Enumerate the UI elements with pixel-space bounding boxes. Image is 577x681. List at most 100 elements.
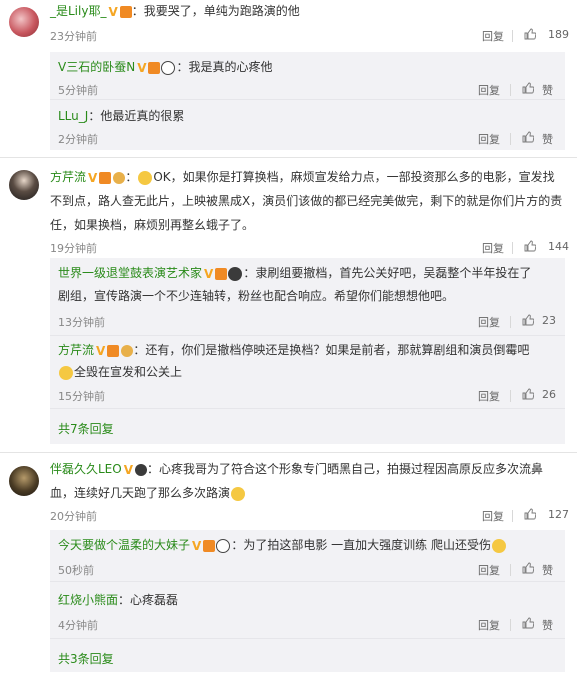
reply-text: ：心疼磊磊 (118, 593, 179, 607)
divider (510, 133, 511, 145)
reply-text: ：为了拍这部电影 一直加大强度训练 爬山还受伤 (231, 538, 491, 552)
divider (512, 30, 513, 42)
view-more-replies-link[interactable]: 共7条回复 (58, 420, 114, 437)
like-thumb-icon[interactable] (524, 28, 536, 40)
divider (510, 619, 511, 631)
member-badge-icon (148, 61, 161, 74)
comment-text-line-2: 血，连续好几天跑了那么多次路演 (50, 486, 231, 500)
view-more-replies-link[interactable]: 共3条回复 (58, 650, 114, 667)
comment-body: _是Lily耶_ V ：我要哭了，单纯为跑路演的他 (50, 0, 300, 23)
like-thumb-icon[interactable] (522, 131, 534, 143)
reply-body-line-2: 全毁在宣发和公关上 (58, 361, 182, 383)
comment-text-line-2: 不到点，路人查无此片，上映被黑成X，演员们该做的都已经完美做完，剩下的就是你们片… (50, 194, 563, 208)
comment-author[interactable]: _是Lily耶_ (50, 4, 106, 18)
like-count: 26 (542, 388, 556, 401)
ok-hand-emoji-icon (59, 365, 73, 380)
reply-author[interactable]: 红烧小熊面 (58, 593, 118, 607)
member-badge-icon (119, 5, 132, 18)
crying-emoji-icon (491, 538, 506, 553)
reply-text-line-1: ：还有，你们是撤档停映还是换档？如果是前者，那就算剧组和演员倒霉吧 (133, 343, 530, 357)
verified-v-icon: V (192, 538, 202, 553)
reply-button[interactable]: 回复 (482, 508, 504, 524)
panda-emoji-icon (161, 60, 176, 75)
verified-v-icon: V (137, 60, 147, 75)
divider (512, 242, 513, 254)
comment-body-line-2: 血，连续好几天跑了那么多次路演 (50, 482, 246, 504)
reply-author[interactable]: 世界一级退堂鼓表演艺术家 (58, 266, 202, 280)
like-count: 127 (548, 508, 569, 521)
verified-v-icon: V (88, 170, 98, 185)
verified-v-icon: V (123, 462, 134, 477)
crying-emoji-icon (231, 486, 246, 501)
reply-button[interactable]: 回复 (478, 131, 500, 147)
reply-author[interactable]: V三石的卧蚕N (58, 60, 135, 74)
like-thumb-icon[interactable] (522, 617, 534, 629)
reply-item: V三石的卧蚕N V ：我是真的心疼他 5分钟前 回复 赞 (50, 52, 565, 100)
reply-item: LLu_J：他最近真的很累 2分钟前 回复 赞 (50, 101, 565, 149)
divider (512, 510, 513, 522)
reply-box: V三石的卧蚕N V ：我是真的心疼他 5分钟前 回复 赞 LLu_J：他最近真的很累… (50, 52, 565, 150)
reply-body: LLu_J：他最近真的很累 (58, 105, 184, 127)
avatar[interactable] (9, 466, 39, 496)
comment-author[interactable]: 方芹流 (50, 170, 86, 184)
like-thumb-icon[interactable] (524, 508, 536, 520)
reply-time: 5分钟前 (58, 84, 98, 97)
reply-body-line-1: 世界一级退堂鼓表演艺术家 V ：隶刷组要撤档，首先公关好吧，吴磊整个半年投在了 (58, 262, 531, 285)
divider (510, 390, 511, 402)
reply-item: 今天要做个温柔的大妹子 V ：为了拍这部电影 一直加大强度训练 爬山还受伤 50秒前… (50, 530, 565, 582)
comment-item: _是Lily耶_ V ：我要哭了，单纯为跑路演的他 23分钟前 回复 189 V三石… (0, 0, 577, 150)
reply-author[interactable]: LLu_J (58, 109, 88, 123)
member-badge-icon (99, 171, 112, 184)
avatar[interactable] (9, 170, 39, 200)
like-label[interactable]: 赞 (542, 131, 553, 147)
reply-author[interactable]: 方芹流 (58, 343, 94, 357)
like-thumb-icon[interactable] (522, 82, 534, 94)
reply-button[interactable]: 回复 (478, 314, 500, 330)
reply-text-line-2: 剧组，宣传路演一个不少连轴转，粉丝也配合响应。希望你们能想想他吧。 (58, 289, 455, 303)
comment-author[interactable]: 伴磊久久LEO (50, 462, 122, 476)
reply-author[interactable]: 今天要做个温柔的大妹子 (58, 538, 190, 552)
divider (510, 564, 511, 576)
reply-button[interactable]: 回复 (478, 617, 500, 633)
comment-text-line-1: OK，如果你是打算换档，麻烦宣发给力点，一部投资那么多的电影，宣发找 (153, 170, 555, 184)
reply-time: 13分钟前 (58, 316, 105, 329)
avatar[interactable] (9, 7, 39, 37)
verified-v-icon: V (108, 4, 118, 19)
comment-body-line-1: 方芹流 V： OK，如果你是打算换档，麻烦宣发给力点，一部投资那么多的电影，宣发找 (50, 170, 555, 185)
comment-divider (0, 452, 577, 453)
like-label[interactable]: 赞 (542, 617, 553, 633)
reply-time: 15分钟前 (58, 390, 105, 403)
comment-body-line-1: 伴磊久久LEO V ：心疼我哥为了符合这个形象专门晒黑自己，拍摄过程因高原反应多次流… (50, 458, 543, 481)
like-count: 189 (548, 28, 569, 41)
divider (510, 316, 511, 328)
reply-body-line-1: 方芹流 V ：还有，你们是撤档停映还是换档？如果是前者，那就算剧组和演员倒霉吧 (58, 339, 529, 362)
reply-button[interactable]: 回复 (478, 82, 500, 98)
verified-v-icon: V (204, 266, 214, 281)
like-thumb-icon[interactable] (522, 388, 534, 400)
reply-text: ：我是真的心疼他 (176, 60, 273, 74)
member-badge-icon (215, 267, 228, 280)
reply-text-line-1: ：隶刷组要撤档，首先公关好吧，吴磊整个半年投在了 (243, 266, 532, 280)
like-thumb-icon[interactable] (522, 314, 534, 326)
comment-item: 伴磊久久LEO V ：心疼我哥为了符合这个形象专门晒黑自己，拍摄过程因高原反应多次流… (0, 456, 577, 681)
comment-time: 23分钟前 (50, 30, 97, 43)
comment-text: ：我要哭了，单纯为跑路演的他 (131, 4, 300, 18)
reply-text-line-2: 全毁在宣发和公关上 (74, 365, 183, 379)
divider (510, 84, 511, 96)
like-label[interactable]: 赞 (542, 562, 553, 578)
reply-button[interactable]: 回复 (482, 240, 504, 256)
reply-time: 4分钟前 (58, 619, 98, 632)
comment-text-line-1: ：心疼我哥为了符合这个形象专门晒黑自己，拍摄过程因高原反应多次流鼻 (147, 462, 544, 476)
reply-box: 世界一级退堂鼓表演艺术家 V ：隶刷组要撤档，首先公关好吧，吴磊整个半年投在了 剧组… (50, 258, 565, 444)
like-count: 144 (548, 240, 569, 253)
like-thumb-icon[interactable] (524, 240, 536, 252)
like-label[interactable]: 赞 (542, 82, 553, 98)
reply-text: ：他最近真的很累 (88, 109, 185, 123)
reply-button[interactable]: 回复 (482, 28, 504, 44)
reply-button[interactable]: 回复 (478, 562, 500, 578)
reply-button[interactable]: 回复 (478, 388, 500, 404)
reply-item: 世界一级退堂鼓表演艺术家 V ：隶刷组要撤档，首先公关好吧，吴磊整个半年投在了 剧组… (50, 258, 565, 336)
reply-box: 今天要做个温柔的大妹子 V ：为了拍这部电影 一直加大强度训练 爬山还受伤 50秒前… (50, 530, 565, 672)
verified-v-icon: V (96, 343, 106, 358)
like-thumb-icon[interactable] (522, 562, 534, 574)
